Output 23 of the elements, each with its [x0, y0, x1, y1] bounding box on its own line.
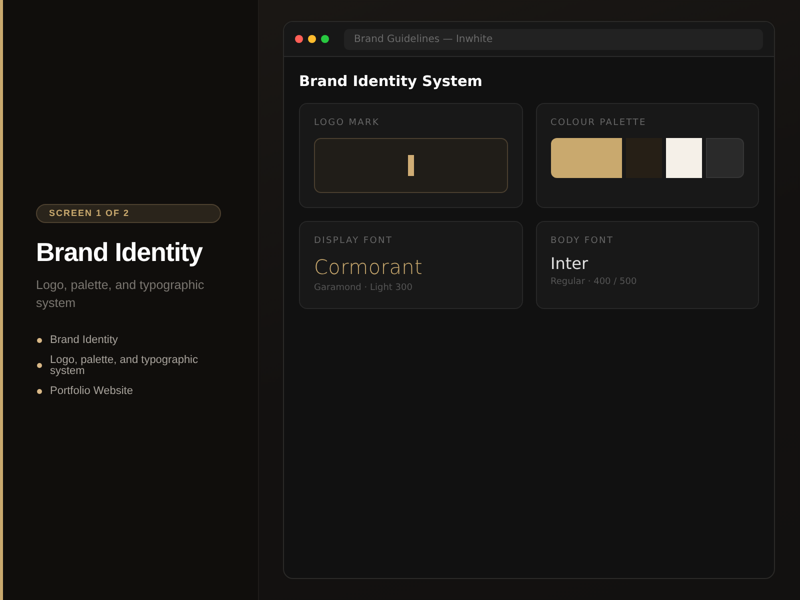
card-label: COLOUR PALETTE	[550, 118, 646, 128]
list-item: Portfolio Website	[50, 386, 134, 396]
font-detail: Garamond · Light 300	[314, 283, 412, 294]
card-label: LOGO MARK	[314, 118, 380, 128]
list-item: Brand Identity	[50, 334, 119, 346]
logo-mark-icon	[408, 155, 414, 176]
list-item: Logo, palette, and typographic system	[50, 354, 200, 376]
bullet-icon	[37, 388, 42, 394]
font-sample: Cormorant	[314, 254, 423, 280]
font-sample: Inter	[550, 254, 588, 274]
card-label: DISPLAY FONT	[314, 236, 393, 246]
bullet-icon	[37, 363, 42, 368]
window-close-icon[interactable]	[295, 35, 303, 43]
window-minimize-icon[interactable]	[308, 35, 316, 43]
address-bar[interactable]: Brand Guidelines — Inwhite	[344, 28, 763, 50]
bullet-icon	[37, 338, 42, 342]
page-heading: Brand Identity System	[299, 73, 484, 91]
window-maximize-icon[interactable]	[321, 35, 329, 43]
card-label: BODY FONT	[550, 236, 614, 246]
sidebar-title: Brand Identity	[36, 236, 202, 266]
font-detail: Regular · 400 / 500	[550, 277, 637, 288]
screen-badge: SCREEN 1 OF 2	[36, 204, 221, 222]
sidebar-description: Logo, palette, and typographic system	[36, 276, 206, 312]
